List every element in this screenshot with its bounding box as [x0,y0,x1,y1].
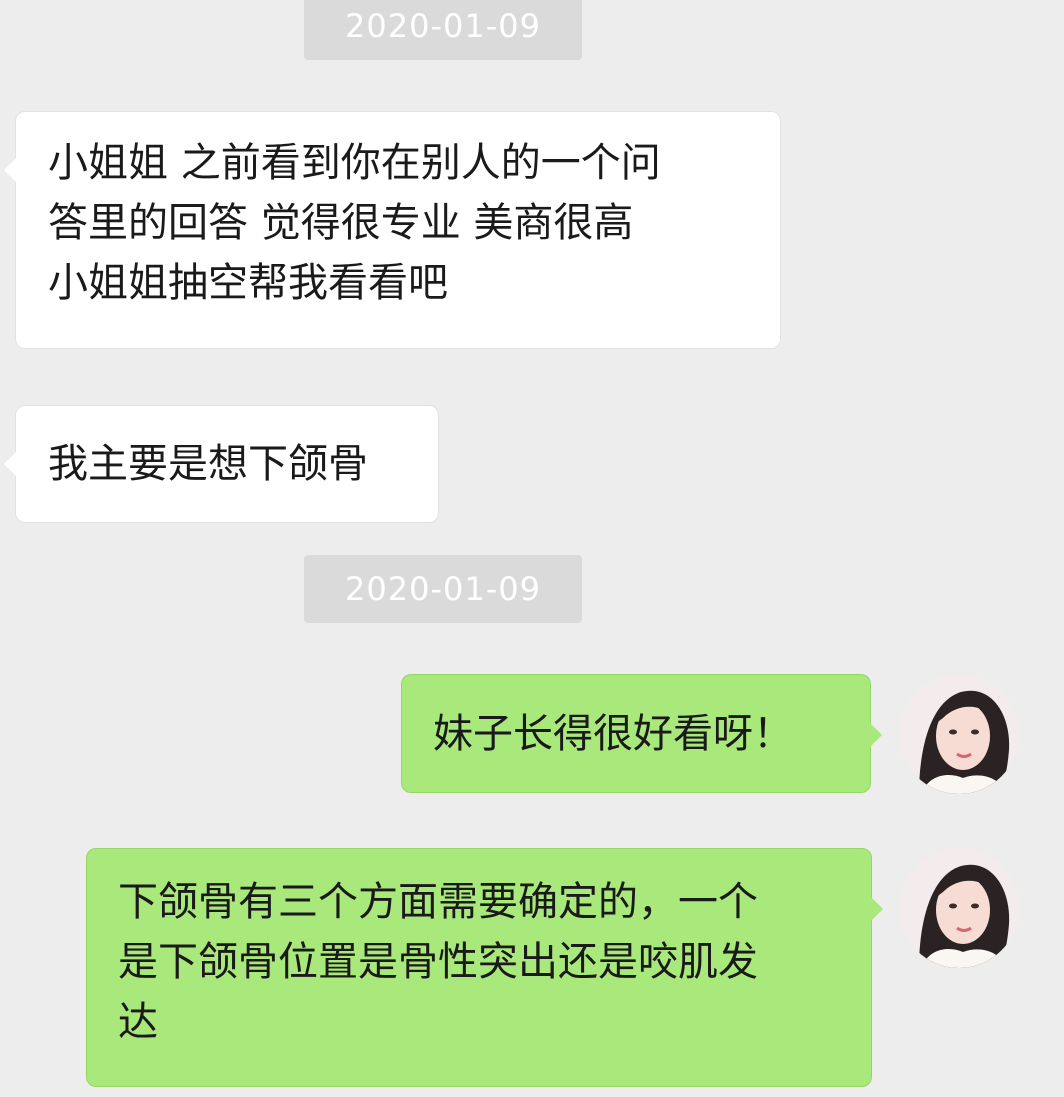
outgoing-message-2[interactable]: 下颌骨有三个方面需要确定的，一个 是下颌骨位置是骨性突出还是咬肌发 达 [86,848,883,1087]
message-text: 我主要是想下颌骨 [48,441,368,487]
user-avatar[interactable] [899,848,1019,968]
message-text: 小姐姐 之前看到你在别人的一个问 答里的回答 觉得很专业 美商很高 小姐姐抽空帮… [48,140,661,306]
incoming-message-2[interactable]: 我主要是想下颌骨 [4,405,439,523]
avatar-photo-icon [899,848,1019,968]
message-text: 妹子长得很好看呀！ [433,711,793,757]
avatar-photo-icon [899,674,1019,794]
timestamp-1: 2020-01-09 [304,0,582,60]
user-avatar[interactable] [899,674,1019,794]
message-text: 下颌骨有三个方面需要确定的，一个 是下颌骨位置是骨性突出还是咬肌发 达 [118,879,758,1045]
outgoing-message-1[interactable]: 妹子长得很好看呀！ [401,674,882,793]
timestamp-2: 2020-01-09 [304,555,582,623]
incoming-message-1[interactable]: 小姐姐 之前看到你在别人的一个问 答里的回答 觉得很专业 美商很高 小姐姐抽空帮… [4,111,781,349]
